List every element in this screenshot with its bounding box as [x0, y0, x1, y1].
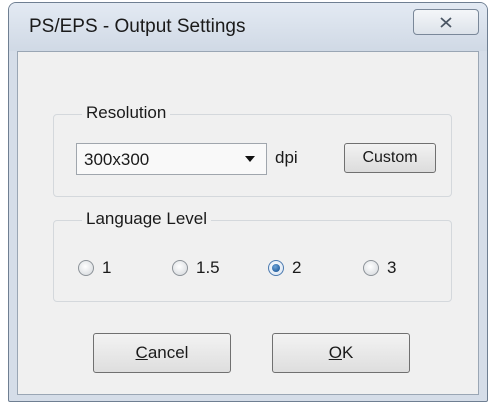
dpi-unit-label: dpi [275, 148, 298, 167]
resolution-dropdown[interactable]: 300x300 [76, 143, 267, 175]
radio-button-selected-icon[interactable] [268, 260, 284, 276]
language-level-legend: Language Level [82, 209, 212, 229]
radio-button-icon[interactable] [172, 260, 188, 276]
resolution-selected-value: 300x300 [84, 150, 150, 169]
resolution-legend: Resolution [82, 103, 171, 123]
dropdown-arrow-icon [245, 156, 255, 162]
radio-label: 1.5 [196, 258, 220, 277]
ok-label-rest: K [341, 343, 354, 362]
custom-resolution-button[interactable]: Custom [344, 143, 436, 173]
radio-label: 1 [102, 258, 112, 277]
ok-button[interactable]: OK [272, 333, 410, 373]
radio-label: 3 [387, 258, 397, 277]
close-icon [440, 16, 452, 28]
cancel-mnemonic: C [135, 343, 148, 362]
dialog-window: PS/EPS - Output Settings [8, 2, 488, 402]
radio-label: 2 [292, 258, 302, 277]
ok-mnemonic: O [328, 343, 342, 362]
close-button[interactable] [413, 9, 479, 35]
radio-button-icon[interactable] [363, 260, 379, 276]
title-bar[interactable]: PS/EPS - Output Settings [9, 3, 487, 51]
cancel-label-rest: ancel [147, 343, 189, 362]
radio-dot-icon [272, 264, 280, 272]
radio-button-icon[interactable] [78, 260, 94, 276]
window-title: PS/EPS - Output Settings [29, 16, 246, 37]
cancel-button[interactable]: Cancel [93, 333, 231, 373]
